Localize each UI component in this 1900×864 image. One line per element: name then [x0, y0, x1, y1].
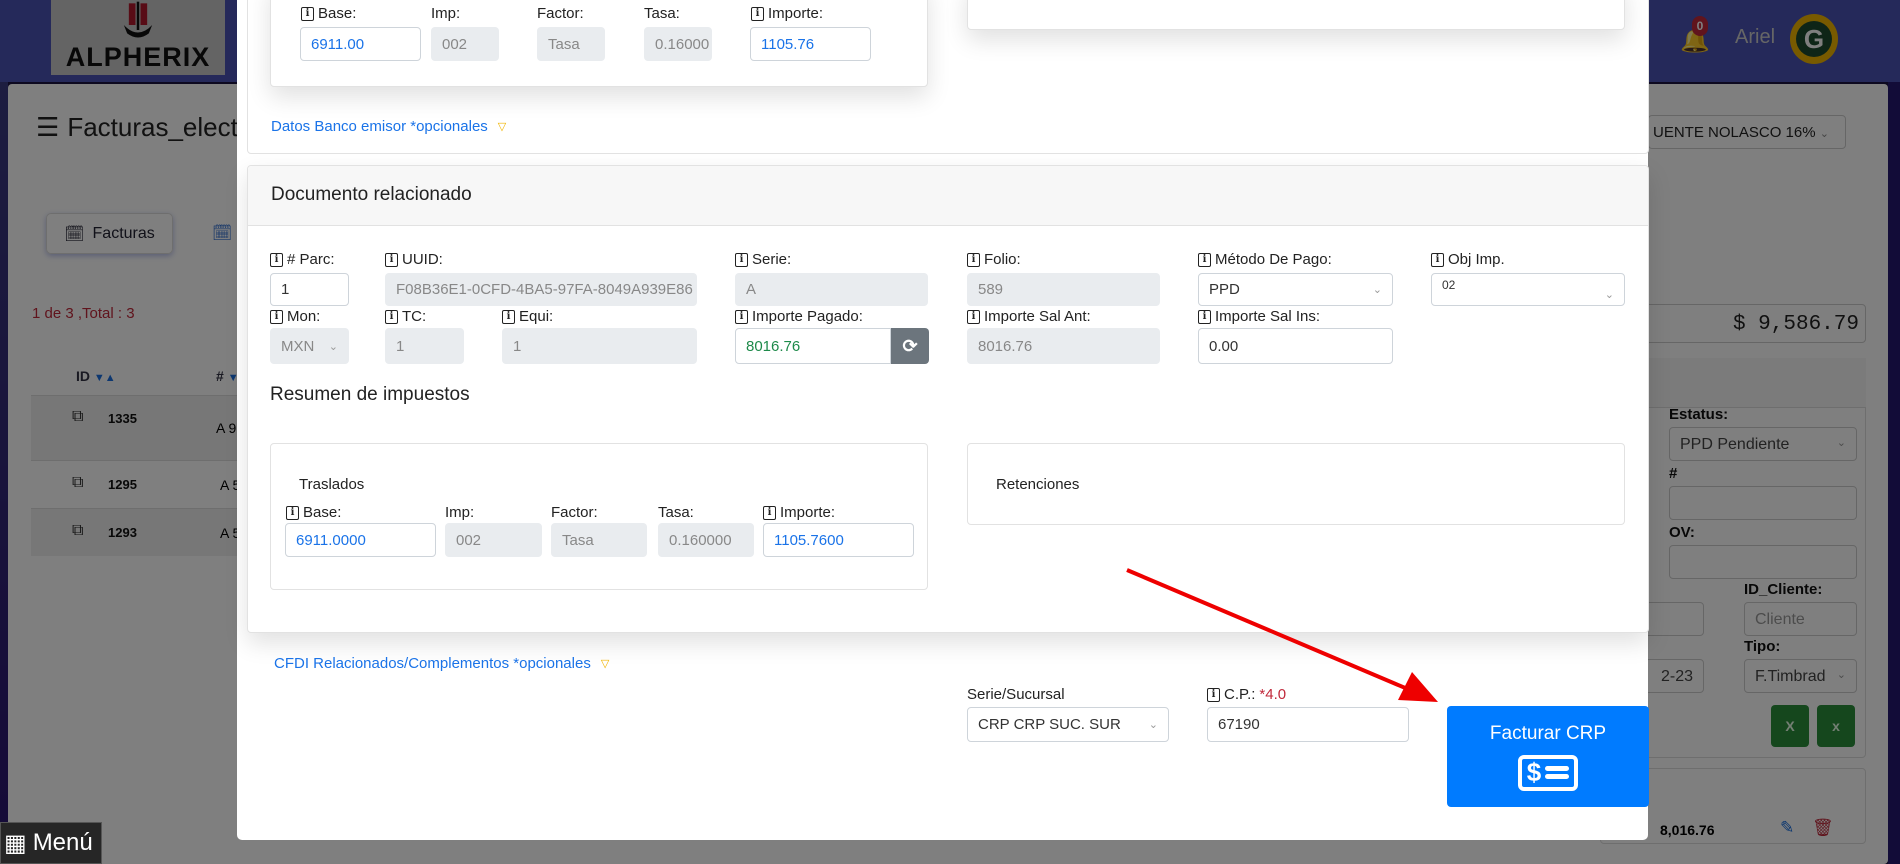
- equi-label: iEqui:: [502, 308, 553, 325]
- retenciones-title: Retenciones: [996, 476, 1079, 493]
- chevron-down-icon: ⌄: [1605, 288, 1614, 305]
- base-input[interactable]: 6911.00: [300, 27, 421, 61]
- imp-label: Imp:: [445, 504, 474, 521]
- metodo-pago-label: iMétodo De Pago:: [1198, 251, 1332, 268]
- folio-label: iFolio:: [967, 251, 1021, 268]
- chevron-down-icon: ⌄: [1373, 283, 1382, 296]
- caret-down-icon: ▽: [498, 120, 506, 133]
- banco-emisor-link[interactable]: Datos Banco emisor *opcionales▽: [271, 118, 506, 135]
- prev-traslados-card: iBase: 6911.00 Imp: 002 Factor: Tasa Tas…: [270, 0, 928, 87]
- obj-imp-label: iObj Imp.: [1431, 251, 1505, 268]
- serie-sucursal-label: Serie/Sucursal: [967, 686, 1065, 703]
- importe-sal-ant-input: 8016.76: [967, 328, 1160, 364]
- tasa-input: 0.16000: [644, 27, 712, 61]
- doc-title: Documento relacionado: [271, 184, 472, 206]
- chevron-down-icon: ⌄: [1149, 718, 1158, 731]
- factor-input: Tasa: [551, 523, 647, 557]
- obj-imp-select[interactable]: 02⌄: [1431, 273, 1625, 306]
- parc-label: i# Parc:: [270, 251, 335, 268]
- uuid-input: F08B36E1-0CFD-4BA5-97FA-8049A939E86: [385, 273, 697, 306]
- tasa-label: Tasa:: [644, 5, 680, 22]
- grid-icon: ▦: [4, 829, 27, 858]
- money-bill-icon: $: [1518, 755, 1578, 791]
- serie-sucursal-select[interactable]: CRP CRP SUC. SUR⌄: [967, 707, 1169, 742]
- factor-label: Factor:: [551, 504, 598, 521]
- importe-pagado-label: iImporte Pagado:: [735, 308, 863, 325]
- imp-input: 002: [431, 27, 499, 61]
- refresh-button[interactable]: ⟳: [891, 328, 929, 364]
- importe-sal-ant-label: iImporte Sal Ant:: [967, 308, 1091, 325]
- crp-modal: iBase: 6911.00 Imp: 002 Factor: Tasa Tas…: [237, 0, 1648, 840]
- tc-label: iTC:: [385, 308, 426, 325]
- info-icon: i: [301, 7, 314, 21]
- tasa-label: Tasa:: [658, 504, 694, 521]
- equi-input: 1: [502, 328, 697, 364]
- parc-input[interactable]: 1: [270, 273, 349, 306]
- facturar-crp-button[interactable]: Facturar CRP $: [1447, 706, 1649, 807]
- importe-input[interactable]: 1105.7600: [763, 523, 914, 557]
- base-label: iBase:: [301, 5, 356, 22]
- factor-label: Factor:: [537, 5, 584, 22]
- tasa-input: 0.160000: [658, 523, 754, 557]
- refresh-icon: ⟳: [902, 336, 917, 357]
- base-label: iBase:: [286, 504, 341, 521]
- metodo-pago-select[interactable]: PPD⌄: [1198, 273, 1393, 306]
- retenciones-card: Retenciones: [967, 443, 1625, 525]
- mon-select: MXN⌄: [270, 328, 349, 364]
- importe-sal-ins-label: iImporte Sal Ins:: [1198, 308, 1320, 325]
- imp-input: 002: [445, 523, 542, 557]
- importe-sal-ins-input[interactable]: 0.00: [1198, 328, 1393, 364]
- info-icon: i: [751, 7, 764, 21]
- uuid-label: iUUID:: [385, 251, 443, 268]
- prev-retenciones-card: [967, 0, 1625, 30]
- importe-input[interactable]: 1105.76: [750, 27, 871, 61]
- base-input[interactable]: 6911.0000: [285, 523, 436, 557]
- folio-input: 589: [967, 273, 1160, 306]
- caret-down-icon: ▽: [601, 657, 609, 670]
- importe-label: iImporte:: [763, 504, 835, 521]
- resumen-title: Resumen de impuestos: [270, 384, 470, 406]
- cp-label: iC.P.:*4.0: [1207, 686, 1286, 703]
- importe-pagado-input[interactable]: 8016.76: [735, 328, 891, 364]
- factor-input: Tasa: [537, 27, 605, 61]
- traslados-title: Traslados: [299, 476, 364, 493]
- tc-input: 1: [385, 328, 464, 364]
- importe-label: iImporte:: [751, 5, 823, 22]
- serie-label: iSerie:: [735, 251, 791, 268]
- menu-button[interactable]: ▦Menú: [0, 822, 102, 864]
- cfdi-relacionados-link[interactable]: CFDI Relacionados/Complementos *opcional…: [274, 655, 609, 672]
- mon-label: iMon:: [270, 308, 320, 325]
- serie-input: A: [735, 273, 928, 306]
- traslados-card: Traslados iBase: 6911.0000 Imp: 002 Fact…: [270, 443, 928, 590]
- cp-input[interactable]: 67190: [1207, 707, 1409, 742]
- imp-label: Imp:: [431, 5, 460, 22]
